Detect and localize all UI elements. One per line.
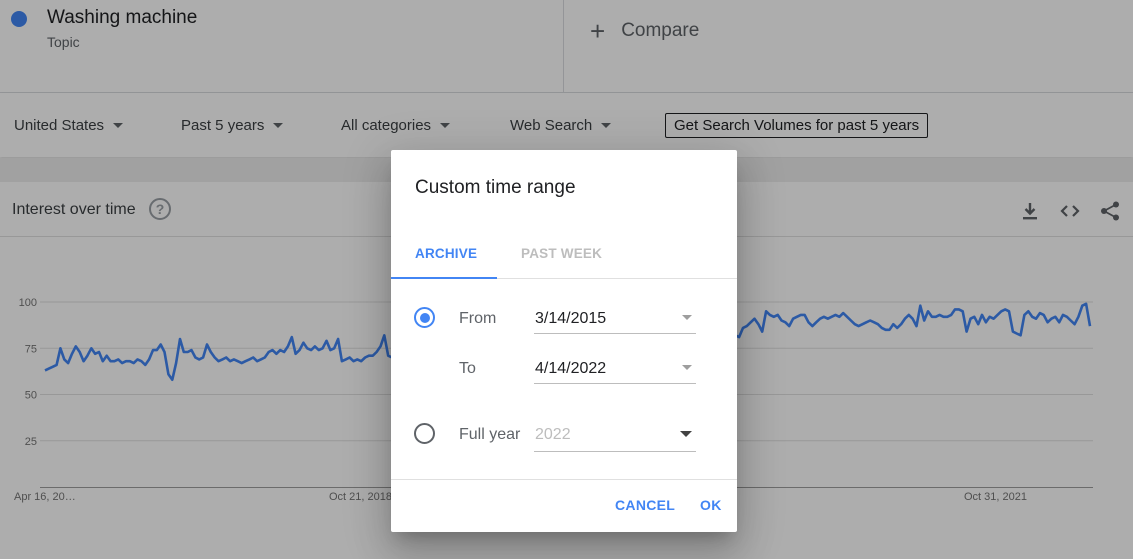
from-date-value: 3/14/2015 xyxy=(535,310,607,327)
cancel-button[interactable]: CANCEL xyxy=(615,497,675,513)
to-date-field[interactable]: 4/14/2022 xyxy=(534,350,696,384)
tab-past-week[interactable]: PAST WEEK xyxy=(521,246,602,261)
from-date-field[interactable]: 3/14/2015 xyxy=(534,300,696,334)
dialog-title: Custom time range xyxy=(415,177,576,198)
custom-time-range-dialog: Custom time range ARCHIVE PAST WEEK From… xyxy=(391,150,737,532)
ok-button[interactable]: OK xyxy=(700,497,722,513)
chevron-down-icon xyxy=(682,315,692,320)
active-tab-indicator xyxy=(391,277,497,279)
from-label: From xyxy=(459,310,497,327)
tab-archive[interactable]: ARCHIVE xyxy=(415,246,477,261)
to-date-value: 4/14/2022 xyxy=(535,360,607,377)
full-year-radio[interactable] xyxy=(414,423,435,444)
chevron-down-icon xyxy=(682,365,692,370)
full-year-label: Full year xyxy=(459,426,521,443)
full-year-select[interactable]: 2022 xyxy=(534,418,696,452)
from-to-radio[interactable] xyxy=(414,307,435,328)
full-year-value: 2022 xyxy=(535,426,571,443)
dialog-tabs: ARCHIVE PAST WEEK xyxy=(391,234,737,279)
dialog-divider xyxy=(391,479,737,480)
chevron-down-icon xyxy=(680,431,692,437)
to-label: To xyxy=(459,360,476,377)
